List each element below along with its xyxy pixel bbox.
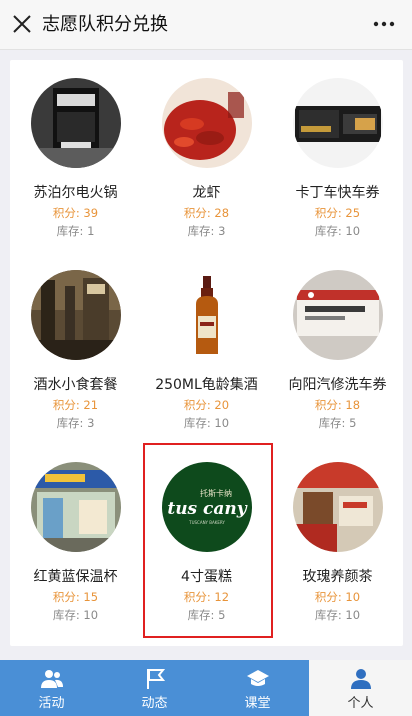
product-card[interactable]: 红黄蓝保温杯 积分: 15 库存: 10 xyxy=(10,444,141,636)
tab-label: 动态 xyxy=(141,696,168,711)
tab-label: 活动 xyxy=(38,696,65,711)
product-points: 积分: 18 xyxy=(314,398,361,412)
product-points: 积分: 15 xyxy=(52,590,99,604)
product-stock: 库存: 5 xyxy=(318,416,357,430)
product-list: 苏泊尔电火锅 积分: 39 库存: 1 龙虾 积分: 28 库存: 3 卡丁车快… xyxy=(10,60,403,646)
product-name: 向阳汽修洗车券 xyxy=(288,377,387,393)
graduation-cap-icon xyxy=(246,670,269,686)
bottom-tab-bar: 活动 动态 课堂 个人 xyxy=(0,660,412,716)
storefront-photo xyxy=(31,78,121,168)
product-card[interactable]: 向阳汽修洗车券 积分: 18 库存: 5 xyxy=(272,252,403,444)
person-icon xyxy=(350,669,371,689)
tab-classroom[interactable]: 课堂 xyxy=(206,660,309,716)
product-stock: 库存: 10 xyxy=(314,224,361,238)
product-points: 积分: 25 xyxy=(314,206,361,220)
product-stock: 库存: 1 xyxy=(56,224,95,238)
logo-cn-text: 托斯卡纳 xyxy=(200,488,232,498)
product-card[interactable]: 酒水小食套餐 积分: 21 库存: 3 xyxy=(10,252,141,444)
product-stock: 库存: 3 xyxy=(187,224,226,238)
more-dots-icon[interactable] xyxy=(372,14,396,34)
product-stock: 库存: 10 xyxy=(183,416,230,430)
product-name: 红黄蓝保温杯 xyxy=(33,569,118,585)
logo-main-text: tus cany xyxy=(167,499,247,519)
close-icon[interactable] xyxy=(10,12,34,36)
product-card[interactable]: 卡丁车快车券 积分: 25 库存: 10 xyxy=(272,60,403,252)
tea-shop-photo xyxy=(293,462,383,552)
tab-personal[interactable]: 个人 xyxy=(309,660,412,716)
tab-label: 课堂 xyxy=(244,696,271,711)
page-title: 志愿队积分兑换 xyxy=(42,14,168,35)
go-kart-voucher-photo xyxy=(293,78,383,168)
product-points: 积分: 10 xyxy=(314,590,361,604)
tab-news[interactable]: 动态 xyxy=(103,660,206,716)
product-points: 积分: 20 xyxy=(183,398,230,412)
product-points: 积分: 28 xyxy=(183,206,230,220)
flag-icon xyxy=(146,669,165,689)
logo-sub-text: TUSCANY BAKERY xyxy=(188,520,225,525)
product-points: 积分: 21 xyxy=(52,398,99,412)
product-name: 4寸蛋糕 xyxy=(181,569,232,585)
product-stock: 库存: 3 xyxy=(56,416,95,430)
product-card[interactable]: 苏泊尔电火锅 积分: 39 库存: 1 xyxy=(10,60,141,252)
product-points: 积分: 12 xyxy=(183,590,230,604)
car-wash-voucher-photo xyxy=(293,270,383,360)
product-stock: 库存: 10 xyxy=(52,608,99,622)
product-name: 苏泊尔电火锅 xyxy=(33,185,118,201)
product-points: 积分: 39 xyxy=(52,206,99,220)
tab-label: 个人 xyxy=(347,696,374,711)
product-stock: 库存: 10 xyxy=(314,608,361,622)
product-name: 卡丁车快车券 xyxy=(295,185,380,201)
product-card[interactable]: 250ML龟龄集酒 积分: 20 库存: 10 xyxy=(141,252,272,444)
product-name: 250ML龟龄集酒 xyxy=(155,377,258,393)
people-icon xyxy=(40,670,63,688)
liquor-bottle-photo xyxy=(162,270,252,360)
shop-front-photo xyxy=(31,462,121,552)
product-card[interactable]: 托斯卡纳 tus cany TUSCANY BAKERY 4寸蛋糕 积分: 12… xyxy=(141,444,272,636)
bar-interior-photo xyxy=(31,270,121,360)
crayfish-photo xyxy=(162,78,252,168)
product-name: 酒水小食套餐 xyxy=(33,377,118,393)
product-stock: 库存: 5 xyxy=(187,608,226,622)
product-name: 玫瑰养颜茶 xyxy=(302,569,373,585)
tab-activity[interactable]: 活动 xyxy=(0,660,103,716)
tuscany-bakery-logo: 托斯卡纳 tus cany TUSCANY BAKERY xyxy=(162,462,252,552)
top-bar: 志愿队积分兑换 xyxy=(0,0,412,50)
product-card[interactable]: 龙虾 积分: 28 库存: 3 xyxy=(141,60,272,252)
product-card[interactable]: 玫瑰养颜茶 积分: 10 库存: 10 xyxy=(272,444,403,636)
product-name: 龙虾 xyxy=(192,185,221,201)
